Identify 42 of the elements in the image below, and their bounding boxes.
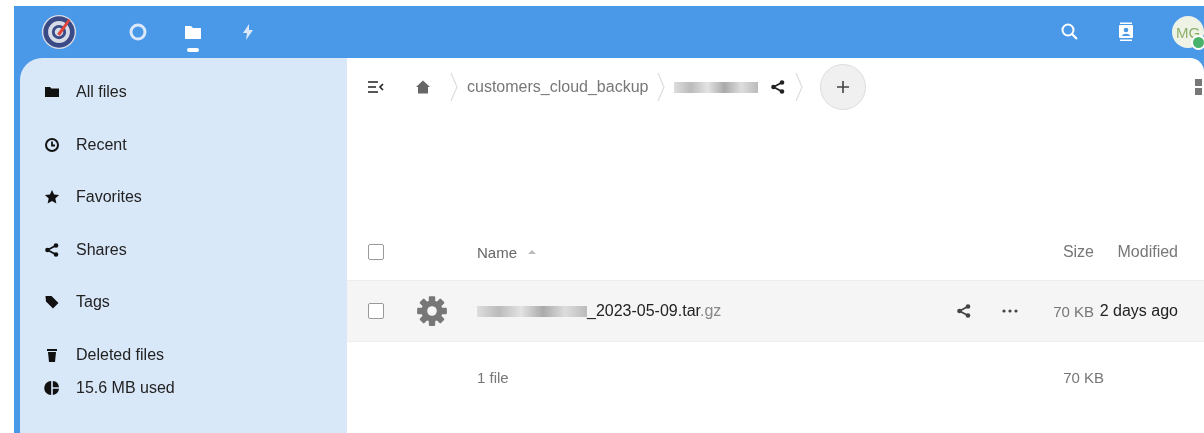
file-count: 1 file [477,368,509,386]
select-all-checkbox[interactable] [368,244,384,260]
blurred-text[interactable] [674,81,759,93]
tag-icon [44,294,60,311]
pie-chart-icon [44,379,60,396]
nav-item[interactable]: Tags [20,276,347,329]
star-icon [44,189,60,206]
home-icon[interactable] [415,79,431,95]
more-icon[interactable] [1002,309,1018,313]
gear-icon [415,294,449,328]
nav-item[interactable]: All files [20,66,347,119]
clock-icon [44,136,60,153]
breadcrumb[interactable]: customers_cloud_backup [467,78,649,96]
nav-item[interactable]: Shares [20,223,347,276]
storage-usage: 15.6 MB used [76,378,175,397]
trash-icon [44,346,60,363]
add-button[interactable] [820,64,867,110]
nav-item[interactable]: Deleted files [20,328,347,381]
chevron-separator-icon [656,72,667,102]
sidebar-toggle-icon[interactable] [367,80,385,94]
file-name[interactable]: _2023-05-09.tar.gz [587,302,722,320]
total-size: 70 KB [1063,368,1104,386]
nav-item[interactable]: Recent [20,118,347,171]
share-icon[interactable] [956,303,972,319]
search-icon[interactable] [1060,22,1080,42]
plus-icon [835,79,852,95]
contacts-icon[interactable] [1116,22,1136,42]
grid-view-icon[interactable] [1195,79,1204,95]
sort-ascending-icon [527,249,537,255]
modified-date: 2 days ago [1099,302,1179,320]
gauge-logo-icon[interactable] [40,13,78,51]
column-header[interactable]: Name [477,243,537,261]
chevron-separator-icon [794,72,805,102]
share-icon [44,241,60,258]
file-row[interactable]: _2023-05-09.tar.gz 70 KB 2 days ago [347,281,1204,342]
share-icon[interactable] [770,79,787,95]
chevron-separator-icon [449,72,459,102]
column-header[interactable]: Modified [1117,243,1204,261]
nav-item[interactable]: Favorites [20,171,347,224]
row-checkbox[interactable] [368,303,384,319]
file-size: 70 KB [1053,302,1094,320]
column-header[interactable]: Size [1062,243,1094,261]
